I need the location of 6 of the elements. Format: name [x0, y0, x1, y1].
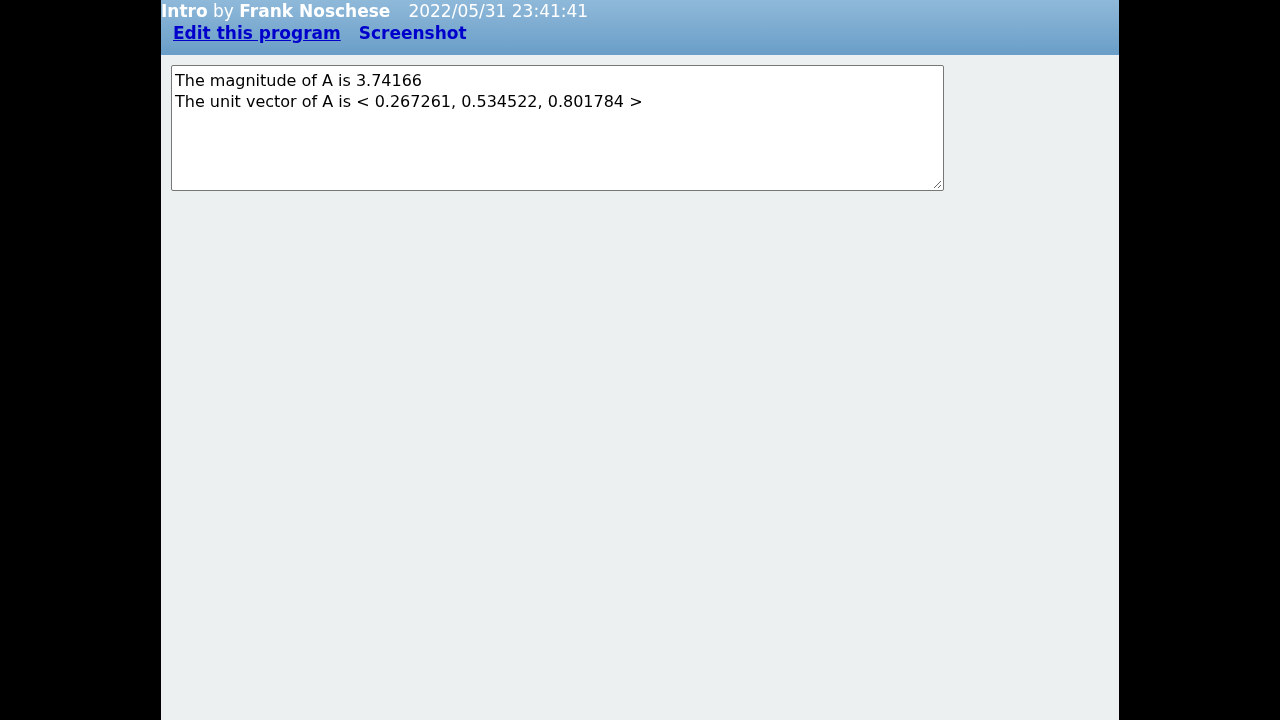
timestamp: 2022/05/31 23:41:41: [408, 1, 589, 21]
output-text-area[interactable]: The magnitude of A is 3.74166 The unit vector of A is < 0.267261, 0.534522, 0.801784 >: [171, 65, 944, 191]
resize-handle-icon[interactable]: [933, 180, 942, 189]
program-title: Intro by Frank Noschese: [161, 1, 391, 21]
edit-program-link[interactable]: Edit this program: [173, 23, 341, 43]
screenshot-link[interactable]: Screenshot: [358, 23, 467, 43]
